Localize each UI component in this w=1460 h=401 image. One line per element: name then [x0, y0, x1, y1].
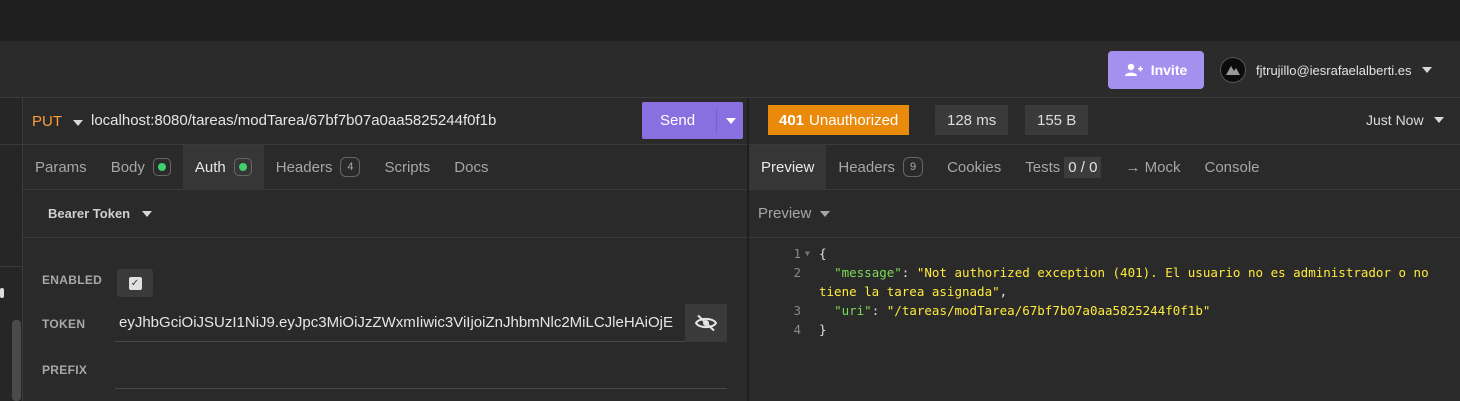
line-number: 4 [793, 322, 801, 337]
tab-label: Headers [275, 158, 333, 176]
json-brace: } [819, 322, 827, 337]
auth-type-row: Bearer Token [23, 190, 747, 238]
response-size-badge: 155 B [1025, 105, 1089, 135]
code-line: { [819, 246, 827, 261]
tab-label: Preview [761, 158, 815, 176]
tab-label: Scripts [384, 158, 431, 176]
prefix-label: PREFIX [42, 363, 88, 377]
checkbox-checked-icon: ✓ [128, 276, 142, 290]
code-line: } [819, 322, 827, 337]
invite-label: Invite [1150, 62, 1188, 78]
caret-down-icon[interactable] [726, 118, 736, 124]
json-key: "message" [834, 265, 902, 280]
tab-mock[interactable]: → Mock [1113, 145, 1192, 189]
send-label: Send [660, 112, 696, 129]
auth-type-selector[interactable]: Bearer Token [48, 206, 153, 221]
json-string: "Not authorized exception (401). El usua… [916, 265, 1429, 280]
request-panel: PUT localhost:8080/tareas/modTarea/67bf7… [23, 98, 747, 401]
enabled-checkbox[interactable]: ✓ [117, 269, 153, 297]
code-line: "message": "Not authorized exception (40… [834, 265, 1429, 280]
count-badge: 4 [340, 157, 361, 177]
json-key: "uri" [834, 303, 872, 318]
user-email: fjtrujillo@iesrafaelalberti.es [1256, 62, 1412, 78]
active-dot-icon [233, 158, 252, 176]
response-body-viewer[interactable]: 1 ▼ { 2 "message": "Not authorized excep… [749, 244, 1460, 394]
method-selector[interactable]: PUT [32, 113, 62, 130]
url-bar: PUT localhost:8080/tareas/modTarea/67bf7… [23, 98, 747, 145]
tab-response-headers[interactable]: Headers 9 [826, 145, 935, 189]
json-string: "/tareas/modTarea/67bf7b07a0aa5825244f0f… [886, 303, 1211, 318]
tab-label: Auth [194, 158, 226, 176]
tab-auth[interactable]: Auth [182, 145, 264, 189]
send-button[interactable]: Send [642, 102, 743, 139]
preview-mode-label: Preview [758, 205, 812, 222]
status-badge: 401 Unauthorized [768, 105, 910, 135]
tab-label: Console [1204, 158, 1260, 176]
eye-slash-icon [695, 314, 717, 332]
preview-mode-selector[interactable]: Preview [758, 205, 831, 222]
caret-down-icon [820, 210, 831, 217]
token-label: TOKEN [42, 317, 86, 331]
preview-mode-row: Preview [749, 190, 1460, 238]
avatar [1220, 57, 1246, 83]
tab-label: Body [110, 158, 145, 176]
tab-scripts[interactable]: Scripts [372, 145, 442, 189]
status-code: 401 [779, 111, 805, 129]
active-dot-icon [152, 158, 171, 176]
json-string: tiene la tarea asignada" [819, 284, 1000, 299]
tab-label: → Mock [1125, 158, 1181, 176]
response-time-badge: 128 ms [935, 105, 1009, 135]
tab-console[interactable]: Console [1192, 145, 1271, 189]
response-panel: 401 Unauthorized 128 ms 155 B Just Now P… [749, 98, 1460, 401]
prefix-input[interactable] [115, 348, 727, 389]
tab-body[interactable]: Body [99, 145, 183, 189]
tab-docs[interactable]: Docs [442, 145, 500, 189]
history-selector[interactable]: Just Now [1366, 112, 1444, 128]
tab-tests[interactable]: Tests 0 / 0 [1013, 145, 1113, 189]
caret-down-icon [142, 210, 153, 217]
tab-label: Params [35, 158, 87, 176]
url-input[interactable]: localhost:8080/tareas/modTarea/67bf7b07a… [91, 112, 496, 129]
tab-preview[interactable]: Preview [749, 145, 827, 189]
code-line: "uri": "/tareas/modTarea/67bf7b07a0aa582… [834, 303, 1211, 318]
enabled-label: ENABLED [42, 273, 103, 287]
response-tabs: Preview Headers 9 Cookies Tests 0 / 0 → Mo… [749, 145, 1460, 190]
caret-down-icon[interactable] [73, 120, 83, 126]
send-divider [716, 108, 717, 133]
sidebar-handle[interactable] [0, 288, 4, 298]
tab-params[interactable]: Params [23, 145, 99, 189]
invite-button[interactable]: Invite [1108, 51, 1204, 89]
sidebar-scrollbar[interactable] [12, 320, 21, 401]
tab-label: Tests [1025, 158, 1061, 176]
token-input[interactable]: eyJhbGciOiJSUzI1NiJ9.eyJpc3MiOiJzZWxmIiw… [115, 304, 685, 342]
count-badge: 9 [903, 157, 924, 177]
line-number: 3 [793, 303, 801, 318]
tab-label: Cookies [947, 158, 1002, 176]
line-number: 2 [793, 265, 801, 280]
auth-type-label: Bearer Token [48, 206, 131, 221]
code-line: tiene la tarea asignada", [819, 284, 1008, 299]
add-user-icon [1124, 63, 1143, 76]
tab-cookies[interactable]: Cookies [935, 145, 1013, 189]
json-brace: { [819, 246, 827, 261]
status-text: Unauthorized [809, 111, 899, 129]
response-status-bar: 401 Unauthorized 128 ms 155 B Just Now [749, 98, 1460, 145]
timestamp-label: Just Now [1366, 112, 1424, 128]
request-tabs: Params Body Auth Headers 4 Scripts Docs [23, 145, 747, 190]
tab-label: Docs [454, 158, 489, 176]
line-number: 1 [793, 246, 801, 261]
tab-label: Headers [838, 158, 896, 176]
caret-down-icon [1433, 117, 1444, 123]
user-menu[interactable]: fjtrujillo@iesrafaelalberti.es [1220, 56, 1432, 84]
tab-headers[interactable]: Headers 4 [264, 145, 373, 189]
toggle-visibility-button[interactable] [685, 304, 727, 342]
caret-down-icon [1421, 67, 1432, 73]
fold-arrow-icon[interactable]: ▼ [805, 249, 810, 258]
tests-count: 0 / 0 [1064, 156, 1102, 178]
window-title-bar [0, 0, 1460, 41]
